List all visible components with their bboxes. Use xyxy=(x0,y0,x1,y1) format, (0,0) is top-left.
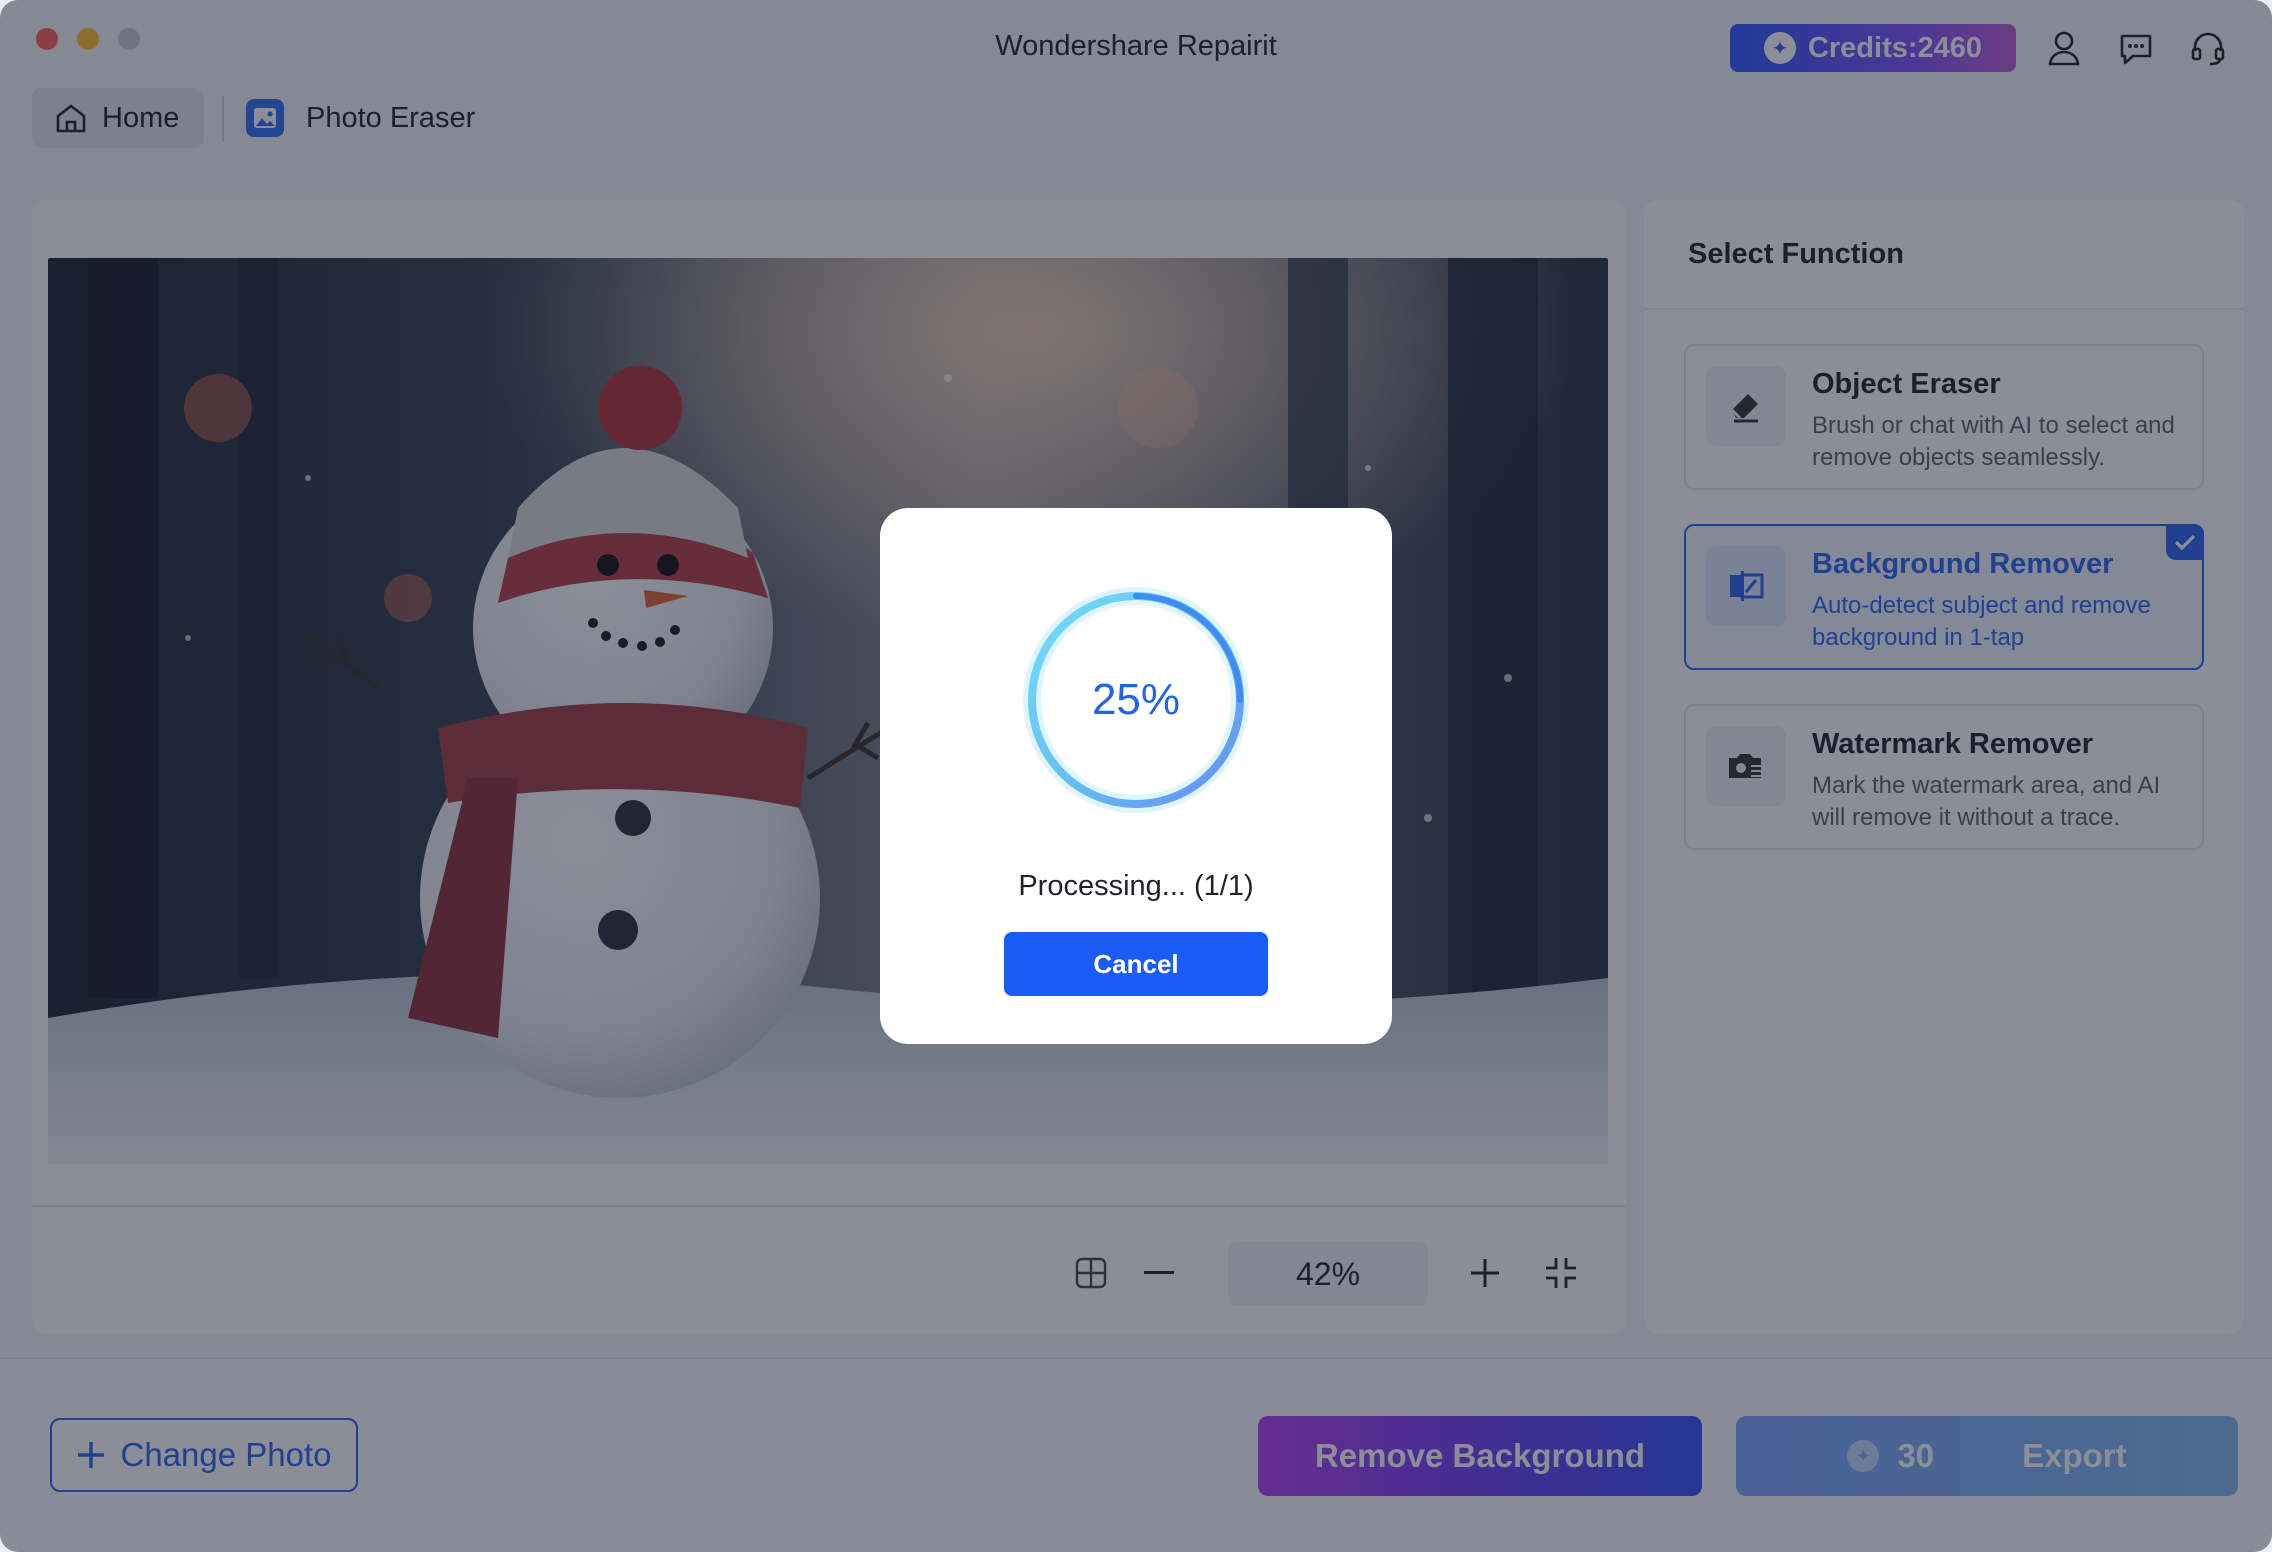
cancel-button[interactable]: Cancel xyxy=(1004,932,1268,996)
processing-status: Processing... (1/1) xyxy=(1018,870,1254,902)
progress-percentage: 25% xyxy=(1091,675,1181,724)
app-window: Wondershare Repairit ✦ Credits:2460 Home… xyxy=(0,0,2272,1552)
processing-dialog: 25% Processing... (1/1) Cancel xyxy=(880,508,1392,1044)
